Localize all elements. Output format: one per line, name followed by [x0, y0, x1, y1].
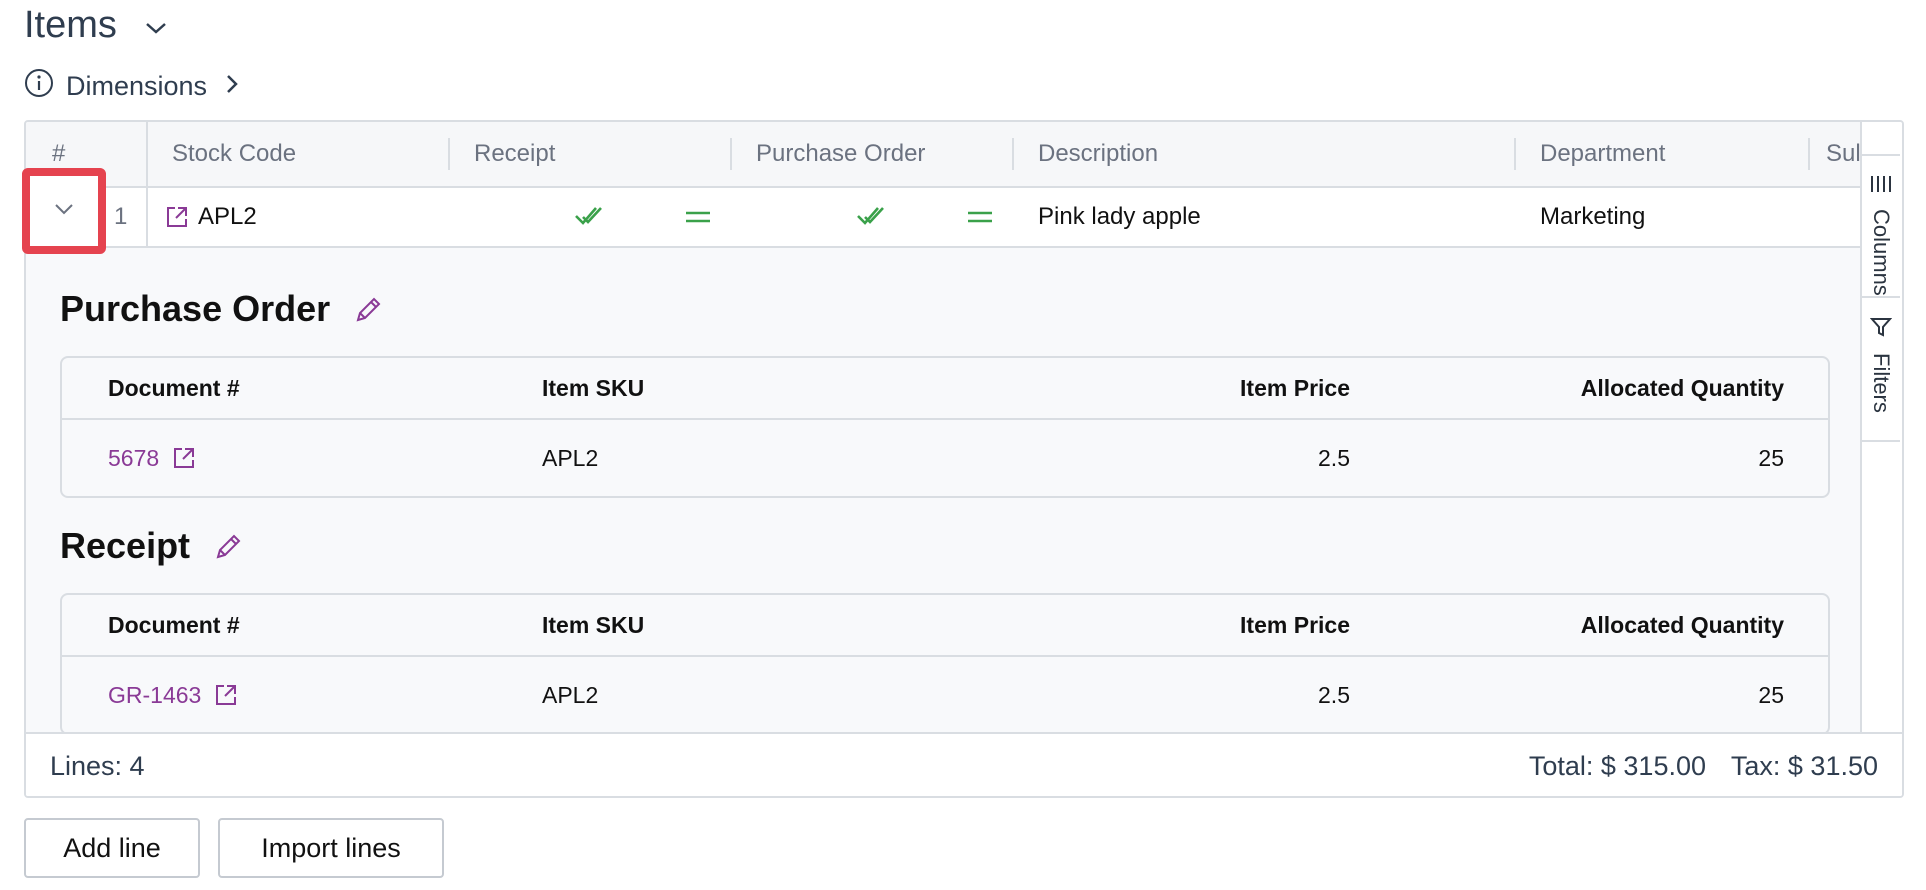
filter-icon — [1869, 316, 1893, 343]
po-header-sku: Item SKU — [542, 375, 645, 401]
purchase-order-section-title: Purchase Order — [60, 288, 384, 330]
total-amount: Total: $ 315.00 — [1528, 751, 1706, 781]
description-cell[interactable]: Pink lady apple — [1038, 188, 1201, 246]
grid-footer: Lines: 4 Total: $ 315.00 Tax: $ 31.50 — [26, 732, 1902, 796]
department-cell[interactable]: Marketing — [1540, 188, 1645, 246]
grid-header: # Stock Code Receipt Purchase Order Desc… — [26, 122, 1866, 188]
po-quantity: 25 — [1758, 445, 1784, 471]
table-row[interactable]: 1 APL2 Pink lady apple Marketing — [26, 188, 1866, 248]
receipt-section-title: Receipt — [60, 525, 244, 567]
side-panel: Columns Filters — [1860, 122, 1902, 796]
po-document-link[interactable]: 5678 — [108, 420, 197, 496]
external-link-icon[interactable] — [164, 204, 190, 230]
columns-tab[interactable]: Columns — [1862, 154, 1900, 298]
receipt-header-quantity: Allocated Quantity — [1580, 612, 1784, 638]
purchase-order-table-header: Document # Item SKU Item Price Allocated… — [62, 358, 1828, 420]
receipt-header-price: Item Price — [1240, 612, 1350, 638]
external-link-icon[interactable] — [213, 682, 239, 708]
pencil-icon[interactable] — [354, 294, 384, 324]
column-header-purchase-order[interactable]: Purchase Order — [756, 122, 925, 186]
po-header-price: Item Price — [1240, 375, 1350, 401]
expand-row-button[interactable] — [22, 168, 106, 254]
title-chevron-down-icon[interactable] — [144, 20, 168, 41]
receipt-header-sku: Item SKU — [542, 612, 645, 638]
table-row: GR-1463 APL2 2.5 25 — [62, 657, 1828, 733]
po-price: 2.5 — [1318, 445, 1350, 471]
column-divider[interactable] — [1012, 138, 1014, 170]
table-row: 5678 APL2 2.5 25 — [62, 420, 1828, 496]
import-lines-button[interactable]: Import lines — [218, 818, 444, 878]
column-divider[interactable] — [730, 138, 732, 170]
info-icon — [24, 68, 54, 105]
add-line-button[interactable]: Add line — [24, 818, 200, 878]
column-divider[interactable] — [1514, 138, 1516, 170]
receipt-quantity: 25 — [1758, 682, 1784, 708]
lines-count: Lines: 4 — [50, 751, 145, 781]
page-title: Items — [24, 4, 117, 46]
purchase-order-equals-icon — [966, 188, 994, 246]
receipt-sku: APL2 — [542, 682, 599, 708]
columns-tab-label: Columns — [1869, 209, 1894, 296]
column-header-department[interactable]: Department — [1540, 122, 1665, 186]
receipt-table: Document # Item SKU Item Price Allocated… — [60, 593, 1830, 735]
chevron-right-icon — [225, 71, 239, 102]
column-header-stock-code[interactable]: Stock Code — [172, 122, 296, 186]
po-document-number[interactable]: 5678 — [108, 420, 159, 496]
filters-tab-label: Filters — [1869, 353, 1894, 413]
row-number-divider — [146, 122, 148, 246]
dimensions-label: Dimensions — [66, 70, 208, 101]
receipt-document-link[interactable]: GR-1463 — [108, 657, 239, 733]
receipt-equals-icon — [684, 188, 712, 246]
po-header-quantity: Allocated Quantity — [1580, 375, 1784, 401]
purchase-order-title-text: Purchase Order — [60, 288, 331, 329]
receipt-table-header: Document # Item SKU Item Price Allocated… — [62, 595, 1828, 657]
receipt-title-text: Receipt — [60, 525, 191, 566]
filters-tab[interactable]: Filters — [1862, 298, 1900, 442]
row-detail-panel: Purchase Order Document # Item SKU Item … — [26, 248, 1866, 796]
stock-code-value: APL2 — [198, 203, 257, 230]
po-sku: APL2 — [542, 445, 599, 471]
external-link-icon[interactable] — [171, 445, 197, 471]
column-divider[interactable] — [448, 138, 450, 170]
stock-code-cell[interactable]: APL2 — [164, 188, 257, 246]
dimensions-toggle[interactable]: Dimensions — [24, 68, 239, 104]
chevron-down-icon — [54, 202, 74, 221]
receipt-header-document: Document # — [108, 612, 240, 638]
purchase-order-check-icon — [856, 188, 886, 246]
column-divider[interactable] — [1808, 138, 1810, 170]
receipt-check-icon — [574, 188, 604, 246]
row-number: 1 — [114, 203, 128, 230]
po-header-document: Document # — [108, 375, 240, 401]
column-header-sul[interactable]: Sul — [1826, 122, 1861, 186]
items-grid: # Stock Code Receipt Purchase Order Desc… — [24, 120, 1904, 798]
column-header-receipt[interactable]: Receipt — [474, 122, 555, 186]
purchase-order-table: Document # Item SKU Item Price Allocated… — [60, 356, 1830, 498]
columns-icon — [1870, 174, 1892, 199]
column-header-description[interactable]: Description — [1038, 122, 1158, 186]
receipt-price: 2.5 — [1318, 682, 1350, 708]
receipt-document-number[interactable]: GR-1463 — [108, 657, 201, 733]
pencil-icon[interactable] — [214, 531, 244, 561]
tax-amount: Tax: $ 31.50 — [1730, 751, 1878, 781]
